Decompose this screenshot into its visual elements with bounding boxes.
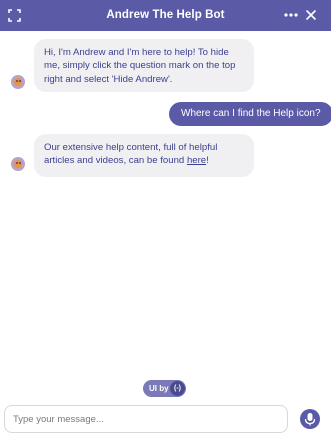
more-dots-icon[interactable] bbox=[283, 8, 299, 22]
bot-message: Hi, I'm Andrew and I'm here to help! To … bbox=[34, 39, 254, 92]
message-input-box bbox=[4, 405, 288, 433]
bot-message-text: Hi, I'm Andrew and I'm here to help! To … bbox=[44, 47, 236, 85]
user-message: Where can I find the Help icon? bbox=[169, 102, 331, 126]
help-content-link[interactable]: here bbox=[187, 155, 206, 166]
bot-avatar-icon bbox=[11, 157, 25, 171]
bot-message: Our extensive help content, full of help… bbox=[34, 134, 254, 177]
brand-logo-icon: (-) bbox=[170, 381, 185, 396]
chat-header: Andrew The Help Bot bbox=[0, 0, 331, 31]
badge-label: UI by bbox=[149, 384, 169, 393]
close-icon[interactable] bbox=[304, 8, 318, 22]
bot-message-text-end: ! bbox=[206, 155, 209, 167]
message-input[interactable] bbox=[13, 406, 279, 432]
ui-by-badge[interactable]: UI by (-) bbox=[143, 380, 186, 397]
chat-title: Andrew The Help Bot bbox=[106, 9, 225, 21]
bot-avatar-icon bbox=[11, 75, 25, 89]
user-message-text: Where can I find the Help icon? bbox=[181, 108, 321, 119]
microphone-icon[interactable] bbox=[300, 409, 320, 429]
